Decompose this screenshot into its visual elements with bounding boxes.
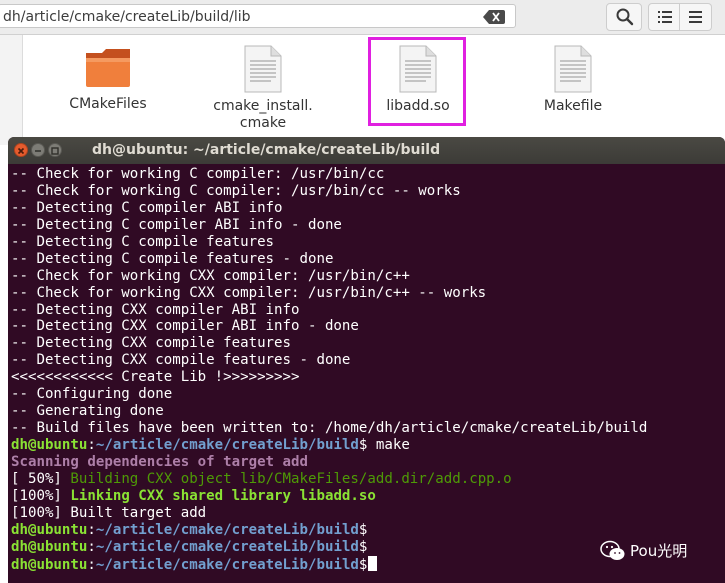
wechat-icon bbox=[600, 540, 625, 560]
terminal-text: [100%] bbox=[11, 487, 71, 504]
prompt-user: dh@ubuntu bbox=[11, 437, 88, 453]
terminal-line: -- Check for working C compiler: /usr/bi… bbox=[11, 183, 725, 200]
terminal-line: -- Detecting C compiler ABI info bbox=[11, 200, 725, 217]
text-file-icon bbox=[554, 45, 592, 93]
terminal-line: [100%] Built target add bbox=[11, 505, 725, 522]
terminal-text: -- Build files have been written to: /ho… bbox=[11, 420, 648, 437]
terminal-line: [ 50%] Building CXX object lib/CMakeFile… bbox=[11, 471, 725, 488]
terminal-line: -- Detecting CXX compile features bbox=[11, 335, 725, 352]
terminal-text: -- Check for working C compiler: /usr/bi… bbox=[11, 166, 385, 182]
terminal-line: [100%] Linking CXX shared library libadd… bbox=[11, 488, 725, 505]
terminal-text: [100%] Built target add bbox=[11, 504, 207, 521]
terminal-text: $ make bbox=[358, 437, 410, 453]
watermark-text: Pou光明 bbox=[630, 542, 688, 560]
text-file-icon bbox=[244, 45, 282, 93]
folder-icon bbox=[86, 49, 130, 87]
terminal-line: dh@ubuntu:~/article/cmake/createLib/buil… bbox=[11, 437, 725, 454]
prompt-path: ~/article/cmake/createLib/build bbox=[95, 538, 359, 555]
terminal-text: -- Configuring done bbox=[11, 386, 173, 403]
terminal-titlebar[interactable]: dh@ubuntu: ~/article/cmake/createLib/bui… bbox=[8, 137, 725, 164]
file-name: CMakeFiles bbox=[69, 96, 147, 112]
terminal-line: -- Check for working CXX compiler: /usr/… bbox=[11, 285, 725, 302]
search-icon bbox=[616, 8, 634, 26]
menu-icon bbox=[689, 11, 702, 23]
terminal-cursor bbox=[368, 555, 378, 571]
terminal-line: -- Generating done bbox=[11, 403, 725, 420]
terminal-text: -- Detecting CXX compile features - done bbox=[11, 352, 351, 369]
terminal-text: [ 50%] bbox=[11, 470, 71, 487]
prompt-user: dh@ubuntu bbox=[11, 556, 88, 573]
prompt-path: ~/article/cmake/createLib/build bbox=[95, 521, 359, 538]
terminal-line: -- Detecting CXX compiler ABI info - don… bbox=[11, 318, 725, 335]
terminal-text: : bbox=[87, 521, 96, 538]
terminal-text: -- Detecting C compile features - done bbox=[11, 250, 334, 267]
maximize-button[interactable] bbox=[48, 143, 62, 157]
terminal-text: -- Detecting C compile features bbox=[11, 233, 275, 250]
highlight-annotation bbox=[368, 37, 466, 126]
terminal-title: dh@ubuntu: ~/article/cmake/createLib/bui… bbox=[92, 142, 441, 158]
terminal-line: -- Build files have been written to: /ho… bbox=[11, 420, 725, 437]
terminal-text: -- Check for working C compiler: /usr/bi… bbox=[11, 182, 461, 199]
terminal-text: : bbox=[87, 538, 96, 555]
list-view-button[interactable] bbox=[648, 3, 680, 31]
terminal-output[interactable]: -- Check for working C compiler: /usr/bi… bbox=[11, 166, 725, 573]
terminal-text: $ bbox=[358, 538, 368, 555]
terminal-text: $ bbox=[358, 521, 368, 538]
terminal-text: : bbox=[87, 437, 96, 453]
terminal-text: -- Check for working CXX compiler: /usr/… bbox=[11, 267, 410, 284]
sidebar-edge bbox=[0, 35, 23, 145]
terminal-text: $ bbox=[358, 556, 368, 573]
maximize-icon bbox=[51, 147, 59, 155]
terminal-text: <<<<<<<<<<<< Create Lib !>>>>>>>>> bbox=[11, 369, 300, 386]
terminal-line: -- Detecting CXX compile features - done bbox=[11, 352, 725, 369]
minimize-button[interactable] bbox=[31, 143, 45, 157]
terminal-text: -- Generating done bbox=[11, 403, 164, 420]
prompt-path: ~/article/cmake/createLib/build bbox=[95, 556, 359, 573]
terminal-line: -- Detecting C compile features - done bbox=[11, 251, 725, 268]
terminal-line: Scanning dependencies of target add bbox=[11, 454, 725, 471]
terminal-line: dh@ubuntu:~/article/cmake/createLib/buil… bbox=[11, 522, 725, 539]
location-bar[interactable]: dh/article/cmake/createLib/build/lib bbox=[0, 4, 516, 28]
prompt-path: ~/article/cmake/createLib/build bbox=[95, 437, 359, 453]
file-item-cmake-install[interactable]: cmake_install. cmake bbox=[213, 45, 313, 132]
clear-icon[interactable] bbox=[483, 10, 505, 24]
terminal-text: Linking CXX shared library libadd.so bbox=[70, 487, 376, 504]
location-path[interactable]: dh/article/cmake/createLib/build/lib bbox=[3, 9, 251, 25]
terminal-text: -- Detecting CXX compile features bbox=[11, 335, 292, 352]
file-manager-header: dh/article/cmake/createLib/build/lib bbox=[0, 0, 725, 35]
file-name: Makefile bbox=[543, 98, 603, 114]
terminal-window[interactable]: dh@ubuntu: ~/article/cmake/createLib/bui… bbox=[8, 137, 725, 583]
terminal-text: : bbox=[87, 556, 96, 573]
file-item-cmakefiles[interactable]: CMakeFiles bbox=[63, 45, 153, 113]
terminal-text: -- Detecting CXX compiler ABI info bbox=[11, 301, 300, 318]
terminal-text: Building CXX object lib/CMakeFiles/add.d… bbox=[70, 470, 512, 487]
file-name: cmake_install. cmake bbox=[213, 98, 313, 131]
terminal-line: -- Check for working CXX compiler: /usr/… bbox=[11, 268, 725, 285]
file-item-makefile[interactable]: Makefile bbox=[528, 45, 618, 115]
terminal-text: -- Check for working CXX compiler: /usr/… bbox=[11, 284, 487, 301]
terminal-line: -- Detecting CXX compiler ABI info bbox=[11, 302, 725, 319]
terminal-text: -- Detecting CXX compiler ABI info - don… bbox=[11, 318, 359, 335]
close-icon bbox=[17, 147, 25, 155]
search-button[interactable] bbox=[606, 3, 642, 31]
menu-button[interactable] bbox=[680, 3, 712, 31]
minimize-icon bbox=[35, 150, 41, 152]
terminal-text: Scanning dependencies of target add bbox=[11, 453, 308, 470]
terminal-line: -- Check for working C compiler: /usr/bi… bbox=[11, 166, 725, 183]
terminal-text: -- Detecting C compiler ABI info bbox=[11, 199, 283, 216]
terminal-line: <<<<<<<<<<<< Create Lib !>>>>>>>>> bbox=[11, 369, 725, 386]
terminal-line: -- Detecting C compile features bbox=[11, 234, 725, 251]
close-button[interactable] bbox=[14, 143, 28, 157]
prompt-user: dh@ubuntu bbox=[11, 521, 88, 538]
prompt-user: dh@ubuntu bbox=[11, 538, 88, 555]
terminal-text: -- Detecting C compiler ABI info - done bbox=[11, 216, 342, 233]
terminal-line: -- Detecting C compiler ABI info - done bbox=[11, 217, 725, 234]
terminal-line: -- Configuring done bbox=[11, 386, 725, 403]
list-view-icon bbox=[658, 11, 672, 23]
